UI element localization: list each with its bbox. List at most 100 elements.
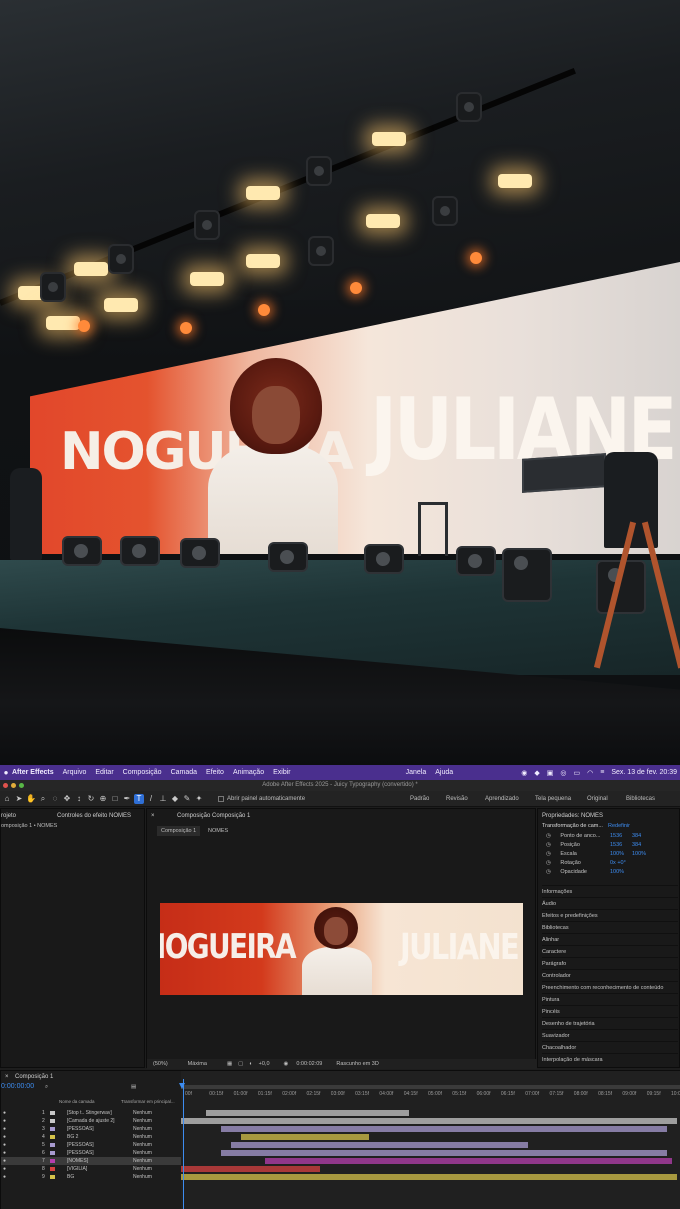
layer-row[interactable]: ● 7 [NOMES] Nenhum — [1, 1157, 181, 1165]
parent-dropdown[interactable]: Nenhum — [133, 1141, 152, 1149]
layer-name[interactable]: BG 2 — [67, 1133, 78, 1141]
stopwatch-icon[interactable]: ◷ — [546, 842, 551, 848]
prop-value[interactable]: 1536 — [610, 832, 622, 840]
parent-dropdown[interactable]: Nenhum — [133, 1157, 152, 1165]
layer-bar[interactable] — [220, 1150, 668, 1156]
layer-row[interactable]: ● 3 [PESSOAS] Nenhum — [1, 1125, 181, 1133]
layer-row[interactable]: ● 4 BG 2 Nenhum — [1, 1133, 181, 1141]
panel-info[interactable]: Informações — [542, 885, 678, 897]
apple-icon[interactable]: ● — [0, 768, 12, 777]
panel-content-aware-fill[interactable]: Preenchimento com reconhecimento de cont… — [542, 981, 678, 993]
panel-brushes[interactable]: Pincéis — [542, 1005, 678, 1017]
auto-open-panel[interactable]: Abrir painel automaticamente — [218, 795, 305, 802]
visibility-icon[interactable]: ● — [3, 1117, 6, 1125]
panel-mask-interpolation[interactable]: Interpolação de máscara — [542, 1053, 678, 1065]
menu-camada[interactable]: Camada — [171, 769, 197, 776]
layer-bar[interactable] — [220, 1126, 668, 1132]
menu-ajuda[interactable]: Ajuda — [435, 769, 453, 776]
anchor-tool-icon[interactable]: ⊕ — [98, 794, 108, 804]
puppet-tool-icon[interactable]: ✦ — [194, 794, 204, 804]
layer-row[interactable]: ● 8 [VIGILIA] Nenhum — [1, 1165, 181, 1173]
transform-header[interactable]: Transformação de cam... — [542, 821, 603, 831]
panel-align[interactable]: Alinhar — [542, 933, 678, 945]
prop-rotation[interactable]: ◷ Rotação 0x +0° — [546, 859, 676, 867]
dropbox-icon[interactable]: ◆ — [534, 769, 539, 777]
comp-subtab-nomes[interactable]: NOMES — [208, 826, 228, 836]
label-color-swatch[interactable] — [50, 1119, 55, 1123]
mask-icon[interactable]: ▢ — [238, 1061, 243, 1067]
battery-icon[interactable]: ▭ — [574, 769, 581, 777]
panel-paint[interactable]: Pintura — [542, 993, 678, 1005]
timeline-current-time[interactable]: 0:00:00:00 — [1, 1082, 34, 1092]
layer-row[interactable]: ● 9 BG Nenhum — [1, 1173, 181, 1181]
panel-libraries[interactable]: Bibliotecas — [542, 921, 678, 933]
parent-dropdown[interactable]: Nenhum — [133, 1117, 152, 1125]
snapshot-icon[interactable]: ◉ — [284, 1061, 289, 1067]
workspace-bibliotecas[interactable]: Bibliotecas — [626, 791, 655, 807]
menu-efeito[interactable]: Efeito — [206, 769, 224, 776]
visibility-icon[interactable]: ● — [3, 1173, 6, 1181]
prop-value[interactable]: 1536 — [610, 841, 622, 849]
label-color-swatch[interactable] — [50, 1143, 55, 1147]
eraser-tool-icon[interactable]: ◆ — [170, 794, 180, 804]
layer-name[interactable]: BG — [67, 1173, 74, 1181]
visibility-icon[interactable]: ● — [3, 1157, 6, 1165]
prop-value[interactable]: 384 — [632, 832, 641, 840]
layer-bar[interactable] — [181, 1166, 320, 1172]
tab-project[interactable]: rojeto — [1, 811, 16, 821]
layer-bar[interactable] — [240, 1134, 370, 1140]
home-icon[interactable]: ⌂ — [2, 794, 12, 804]
layer-bar[interactable] — [230, 1142, 529, 1148]
timeline-switches-icon[interactable]: ▤ — [131, 1082, 136, 1092]
panel-smoother[interactable]: Suavizador — [542, 1029, 678, 1041]
workspace-original[interactable]: Original — [587, 791, 608, 807]
parent-dropdown[interactable]: Nenhum — [133, 1125, 152, 1133]
control-center-icon[interactable]: ≡ — [600, 769, 604, 776]
window-controls[interactable] — [3, 783, 24, 788]
playhead[interactable] — [183, 1079, 184, 1209]
text-tool-icon[interactable]: T — [134, 793, 144, 804]
menubar-clock[interactable]: Sex. 13 de fev. 20:39 — [611, 769, 677, 776]
label-color-swatch[interactable] — [50, 1127, 55, 1131]
close-icon[interactable]: × — [151, 811, 155, 821]
layer-name[interactable]: [VIGILIA] — [67, 1165, 87, 1173]
visibility-icon[interactable]: ● — [3, 1133, 6, 1141]
prop-opacity[interactable]: ◷ Opacidade 100% — [546, 868, 676, 876]
zoom-tool-icon[interactable]: ⌕ — [38, 794, 48, 804]
renderer-dropdown[interactable]: Rascunho em 3D — [336, 1061, 379, 1067]
prop-scale[interactable]: ◷ Escala 100% 100% — [546, 850, 676, 858]
stopwatch-icon[interactable]: ◷ — [546, 860, 551, 866]
visibility-icon[interactable]: ● — [3, 1165, 6, 1173]
layer-name[interactable]: [PESSOAS] — [67, 1149, 94, 1157]
wifi-icon[interactable]: ◠ — [587, 769, 593, 777]
stopwatch-icon[interactable]: ◷ — [546, 833, 551, 839]
prop-anchor-point[interactable]: ◷ Ponto de anco... 1536 384 — [546, 832, 676, 840]
label-color-swatch[interactable] — [50, 1135, 55, 1139]
prop-value[interactable]: 0x +0° — [610, 859, 626, 867]
prop-value[interactable]: 100% — [610, 850, 624, 858]
zoom-dropdown[interactable]: (50%) — [153, 1061, 168, 1067]
status-icon[interactable]: ◎ — [560, 769, 566, 777]
menu-arquivo[interactable]: Arquivo — [63, 769, 87, 776]
close-icon[interactable]: × — [5, 1072, 9, 1082]
layer-name[interactable]: [PESSOAS] — [67, 1125, 94, 1133]
prop-position[interactable]: ◷ Posição 1536 384 — [546, 841, 676, 849]
current-time[interactable]: 0:00:02:09 — [296, 1061, 322, 1067]
label-color-swatch[interactable] — [50, 1159, 55, 1163]
visibility-icon[interactable]: ● — [3, 1141, 6, 1149]
tab-effect-controls[interactable]: Controles do efeito NOMES — [57, 811, 131, 821]
reset-link[interactable]: Redefinir — [608, 821, 630, 831]
roto-tool-icon[interactable]: ✎ — [182, 794, 192, 804]
parent-dropdown[interactable]: Nenhum — [133, 1149, 152, 1157]
label-color-swatch[interactable] — [50, 1151, 55, 1155]
layer-row[interactable]: ● 6 [PESSOAS] Nenhum — [1, 1149, 181, 1157]
parent-dropdown[interactable]: Nenhum — [133, 1109, 152, 1117]
comp-subtab[interactable]: Composição 1 — [157, 826, 201, 836]
pen-tool-icon[interactable]: ✒ — [122, 794, 132, 804]
workspace-revisao[interactable]: Revisão — [446, 791, 468, 807]
hand-tool-icon[interactable]: ✋ — [26, 794, 36, 804]
visibility-icon[interactable]: ● — [3, 1109, 6, 1117]
parent-dropdown[interactable]: Nenhum — [133, 1165, 152, 1173]
workspace-tela-pequena[interactable]: Tela pequena — [535, 791, 571, 807]
composition-viewer[interactable]: IOGUEIRA JULIANE — [160, 903, 523, 995]
